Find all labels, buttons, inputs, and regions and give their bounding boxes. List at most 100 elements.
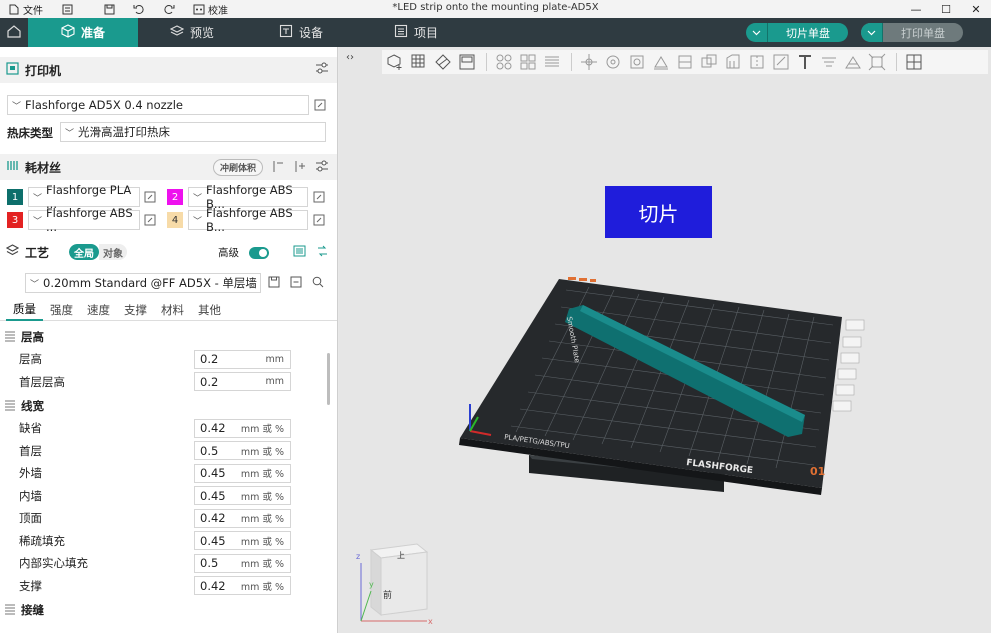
settings-scrollbar[interactable] — [327, 353, 330, 405]
advanced-switch[interactable] — [249, 246, 269, 259]
setting-label: 缺省 — [19, 421, 42, 436]
setting-row: 稀疏填充 0.45 mm 或 % — [0, 530, 337, 553]
line-width-internal-solid-input[interactable]: 0.5 mm 或 % — [194, 553, 291, 573]
chevron-down-icon[interactable] — [746, 23, 768, 42]
global-object-toggle[interactable]: 全局 对象 — [69, 244, 128, 260]
setting-label: 稀疏填充 — [19, 533, 65, 548]
group-seam-title: 接缝 — [21, 603, 44, 617]
global-option[interactable]: 全局 — [69, 244, 100, 260]
close-button[interactable]: ✕ — [961, 0, 991, 18]
filament-section-header: 耗材丝 冲刷体积 — [0, 154, 337, 180]
calibrate-menu[interactable]: 校准 — [193, 2, 228, 17]
menu-button[interactable] — [61, 3, 73, 15]
undo-icon — [133, 3, 145, 15]
save-button[interactable] — [103, 3, 115, 15]
main-tab-bar: 准备 预览 设备 项目 切片单盘 打印单盘 — [0, 18, 991, 47]
compare-icon[interactable] — [316, 245, 329, 260]
layers-icon — [5, 244, 20, 260]
chevron-down-icon: ﹀ — [12, 101, 22, 112]
project-icon — [394, 24, 408, 41]
group-line-width: 线宽 — [0, 395, 337, 417]
group-layer-height-title: 层高 — [21, 330, 44, 344]
filament-select-3[interactable]: ﹀ Flashforge ABS ... — [28, 206, 140, 234]
tab-device[interactable]: 设备 — [246, 18, 356, 47]
axis-x-label: x — [428, 617, 433, 626]
filament-slot-4[interactable]: 4 — [167, 212, 183, 228]
edit-printer-icon[interactable] — [313, 98, 327, 112]
line-width-icon — [4, 399, 16, 414]
subtab-material[interactable]: 材料 — [154, 299, 191, 321]
edit-filament-2-icon[interactable] — [312, 190, 326, 204]
home-tab[interactable] — [0, 18, 28, 47]
group-seam: 接缝 — [0, 599, 337, 621]
chevron-down-icon: ﹀ — [30, 279, 40, 290]
setting-label: 首层 — [19, 443, 42, 458]
line-width-support-input[interactable]: 0.42 mm 或 % — [194, 576, 291, 596]
tab-project[interactable]: 项目 — [356, 18, 476, 47]
bed-type-select[interactable]: ﹀ 光滑高温打印热床 — [60, 122, 326, 142]
subtab-speed[interactable]: 速度 — [80, 299, 117, 321]
edit-filament-1-icon[interactable] — [143, 190, 157, 204]
title-bar: 文件 校准 *LED strip onto the mounting plate… — [0, 0, 991, 18]
advanced-label: 高级 — [218, 247, 239, 259]
minimize-button[interactable]: — — [901, 0, 931, 18]
build-plate[interactable] — [460, 279, 842, 488]
filament-select-4[interactable]: ﹀ Flashforge ABS B... — [188, 206, 308, 234]
tab-preview[interactable]: 预览 — [138, 18, 246, 47]
filament-select-1[interactable]: ﹀ Flashforge PLA ... — [28, 183, 140, 211]
printer-select[interactable]: ﹀ Flashforge AD5X 0.4 nozzle — [7, 95, 309, 115]
edit-filament-3-icon[interactable] — [143, 213, 157, 227]
subtab-support[interactable]: 支撑 — [117, 299, 154, 321]
object-option[interactable]: 对象 — [99, 244, 128, 260]
line-width-default-input[interactable]: 0.42 mm 或 % — [194, 418, 291, 438]
reset-profile-icon[interactable] — [290, 276, 302, 291]
setting-label: 外墙 — [19, 466, 42, 481]
axis-z-label: z — [356, 552, 360, 561]
print-plate-button[interactable]: 打印单盘 — [861, 23, 963, 42]
first-layer-height-input[interactable]: 0.2 mm — [194, 372, 291, 392]
3d-viewport[interactable]: ‹› PLA/PETG/ABS/TPU FLASHFORGE 01 Smooth… — [339, 47, 991, 633]
undo-button[interactable] — [133, 3, 145, 15]
flush-volume-button[interactable]: 冲刷体积 — [212, 159, 263, 176]
process-profile-select[interactable]: ﹀ 0.20mm Standard @FF AD5X - 单层墙 — [25, 273, 261, 293]
line-width-top-surface-input[interactable]: 0.42 mm 或 % — [194, 508, 291, 528]
slice-plate-button[interactable]: 切片单盘 — [746, 23, 848, 42]
settings-sliders-icon[interactable] — [315, 62, 329, 77]
filament-settings-icon[interactable] — [315, 160, 329, 175]
line-width-outer-wall-input[interactable]: 0.45 mm 或 % — [194, 463, 291, 483]
setting-row: 首层 0.5 mm 或 % — [0, 440, 337, 463]
redo-button[interactable] — [163, 3, 175, 15]
line-width-inner-wall-input[interactable]: 0.45 mm 或 % — [194, 486, 291, 506]
view-cube-front-label[interactable]: 前 — [383, 589, 392, 601]
subtab-quality[interactable]: 质量 — [6, 299, 43, 321]
list-view-icon[interactable] — [293, 245, 306, 260]
filament-list: 1 ﹀ Flashforge PLA ... 2 ﹀ Flashforge AB… — [0, 183, 337, 237]
search-icon[interactable] — [312, 276, 324, 291]
filament-select-2[interactable]: ﹀ Flashforge ABS B... — [188, 183, 308, 211]
line-width-first-layer-input[interactable]: 0.5 mm 或 % — [194, 441, 291, 461]
tab-prepare-label: 准备 — [80, 26, 105, 40]
scene-canvas[interactable]: PLA/PETG/ABS/TPU FLASHFORGE 01 Smooth Pl… — [339, 47, 991, 633]
filament-slot-1[interactable]: 1 — [7, 189, 23, 205]
file-menu[interactable]: 文件 — [8, 2, 43, 17]
setting-row: 首层层高 0.2 mm — [0, 371, 337, 394]
add-filament-icon[interactable] — [293, 160, 307, 176]
chevron-down-icon[interactable] — [861, 23, 883, 42]
calibrate-icon — [193, 3, 205, 15]
subtab-strength[interactable]: 强度 — [43, 299, 80, 321]
filament-slot-2[interactable]: 2 — [167, 189, 183, 205]
filament-slot-3[interactable]: 3 — [7, 212, 23, 228]
tab-prepare[interactable]: 准备 — [28, 18, 138, 47]
remove-filament-icon[interactable] — [271, 160, 285, 176]
chevron-down-icon: ﹀ — [65, 128, 75, 139]
settings-sidebar: 打印机 ﹀ Flashforge AD5X 0.4 nozzle 热床类型 ﹀ … — [0, 47, 338, 633]
line-width-sparse-infill-input[interactable]: 0.45 mm 或 % — [194, 531, 291, 551]
edit-filament-4-icon[interactable] — [312, 213, 326, 227]
maximize-button[interactable]: ☐ — [931, 0, 961, 18]
group-line-width-title: 线宽 — [21, 399, 44, 413]
view-cube-top-label[interactable]: 上 — [397, 551, 405, 560]
subtab-other[interactable]: 其他 — [191, 299, 228, 321]
view-cube[interactable]: 上 前 z x y — [356, 543, 433, 626]
layer-height-input[interactable]: 0.2 mm — [194, 349, 291, 369]
save-profile-icon[interactable] — [268, 276, 280, 291]
